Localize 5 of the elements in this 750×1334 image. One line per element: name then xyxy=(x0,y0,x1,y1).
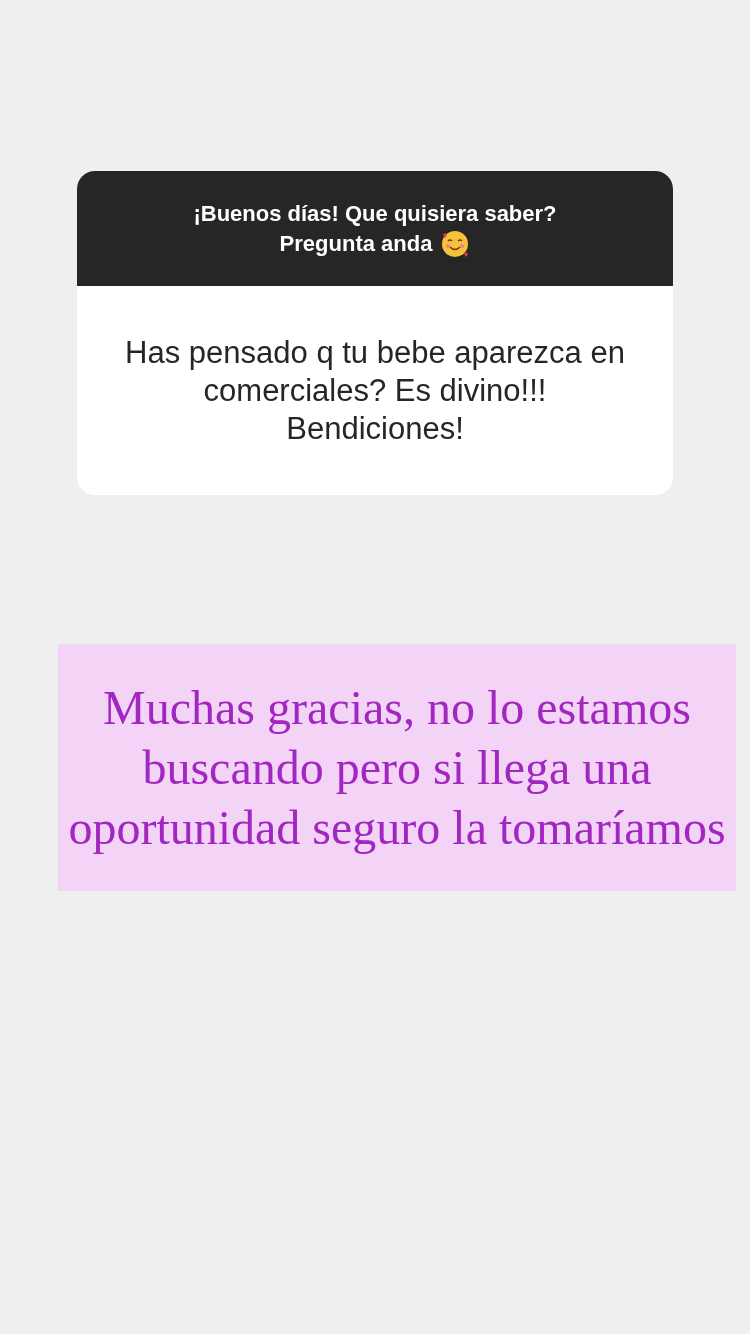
answer-text: Has pensado q tu bebe aparezca en comerciales? Es divino!!! Bendiciones! xyxy=(124,333,626,448)
reply-text: Muchas gracias, no lo estamos buscando pero si llega una oportunidad seguro la tomaríamos xyxy=(68,679,726,856)
smiling-face-hearts-icon xyxy=(440,228,471,259)
prompt-text: ¡Buenos días! Que quisiera saber? xyxy=(193,199,557,228)
prompt-text: Pregunta anda xyxy=(279,229,433,258)
